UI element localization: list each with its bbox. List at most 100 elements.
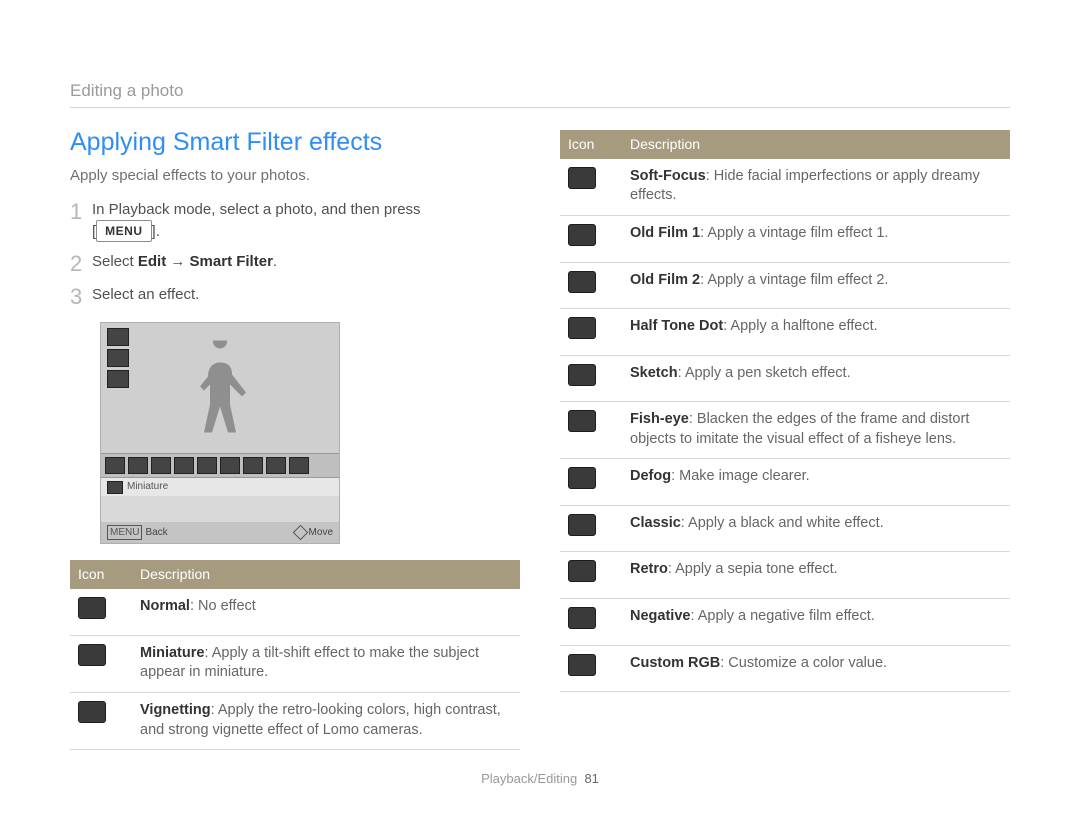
filter-toolbar [101, 453, 339, 478]
step-2-edit: Edit [138, 253, 166, 270]
filter-name: Vignetting [140, 702, 211, 718]
custom-rgb-icon [568, 654, 596, 676]
table-row: Soft-Focus: Hide facial imperfections or… [560, 159, 1010, 216]
filter-desc: : Apply a black and white effect. [681, 515, 884, 531]
step-number: 1 [70, 200, 92, 223]
menu-button-label: MENU [96, 220, 151, 242]
page-footer: Playback/Editing 81 [70, 750, 1010, 788]
table-row: Normal: No effect [70, 589, 520, 635]
fisheye-icon [568, 410, 596, 432]
step-3: 3 Select an effect. [70, 285, 520, 308]
step-2-smart-filter: Smart Filter [190, 253, 273, 270]
filter-icon [289, 457, 309, 474]
step-number: 3 [70, 285, 92, 308]
table-row: Custom RGB: Customize a color value. [560, 645, 1010, 692]
miniature-icon [78, 644, 106, 666]
page-number: 81 [584, 771, 598, 786]
table-row: Miniature: Apply a tilt-shift effect to … [70, 635, 520, 692]
footer-section: Playback/Editing [481, 771, 577, 786]
filter-icon [220, 457, 240, 474]
divider [70, 107, 1010, 108]
step-1-text-a: In Playback mode, select a photo, and th… [92, 201, 421, 218]
camera-screenshot: Miniature MENU Back Move [100, 322, 340, 544]
filter-icon [197, 457, 217, 474]
lcd-icon [107, 349, 129, 367]
section-header: Editing a photo [70, 80, 1010, 103]
filter-name: Miniature [140, 645, 204, 661]
classic-icon [568, 514, 596, 536]
filter-name: Normal [140, 598, 190, 614]
filter-name: Sketch [630, 365, 678, 381]
filter-table-left: Icon Description Normal: No effect Minia… [70, 560, 520, 750]
table-row: Old Film 2: Apply a vintage film effect … [560, 262, 1010, 309]
step-3-text: Select an effect. [92, 285, 199, 305]
negative-icon [568, 607, 596, 629]
table-row: Half Tone Dot: Apply a halftone effect. [560, 309, 1010, 356]
filter-name: Old Film 2 [630, 272, 700, 288]
filter-name: Soft-Focus [630, 168, 706, 184]
filter-desc: : Apply a pen sketch effect. [678, 365, 851, 381]
move-icon [292, 525, 308, 541]
intro-text: Apply special effects to your photos. [70, 166, 520, 186]
filter-icon [151, 457, 171, 474]
filter-icon [128, 457, 148, 474]
defog-icon [568, 467, 596, 489]
filter-desc: : Apply a sepia tone effect. [668, 561, 838, 577]
filter-desc: : Apply a halftone effect. [723, 318, 878, 334]
lcd-icon [107, 370, 129, 388]
filter-desc: : Make image clearer. [671, 468, 810, 484]
filter-icon [243, 457, 263, 474]
old-film-1-icon [568, 224, 596, 246]
filter-icon [266, 457, 286, 474]
filter-table-right: Icon Description Soft-Focus: Hide facial… [560, 130, 1010, 692]
table-row: Fish-eye: Blacken the edges of the frame… [560, 402, 1010, 459]
step-1-text-b: . [156, 223, 160, 240]
halftone-icon [568, 317, 596, 339]
old-film-2-icon [568, 271, 596, 293]
step-number: 2 [70, 252, 92, 275]
table-row: Old Film 1: Apply a vintage film effect … [560, 215, 1010, 262]
table-row: Defog: Make image clearer. [560, 459, 1010, 506]
filter-name: Half Tone Dot [630, 318, 723, 334]
page-title: Applying Smart Filter effects [70, 126, 520, 160]
step-2-text-c: . [273, 253, 277, 270]
soft-focus-icon [568, 167, 596, 189]
table-row: Negative: Apply a negative film effect. [560, 599, 1010, 646]
step-2-text-a: Select [92, 253, 138, 270]
filter-desc: : Apply a vintage film effect 2. [700, 272, 888, 288]
filter-name: Custom RGB [630, 655, 720, 671]
filter-name: Fish-eye [630, 411, 689, 427]
selected-filter-label: Miniature [127, 480, 168, 494]
filter-icon [105, 457, 125, 474]
filter-desc: : Customize a color value. [720, 655, 887, 671]
retro-icon [568, 560, 596, 582]
sketch-icon [568, 364, 596, 386]
filter-desc: : No effect [190, 598, 256, 614]
filter-name: Defog [630, 468, 671, 484]
vignetting-icon [78, 701, 106, 723]
th-icon: Icon [70, 560, 132, 589]
silhouette-figure [190, 341, 250, 436]
filter-name: Retro [630, 561, 668, 577]
table-row: Vignetting: Apply the retro-looking colo… [70, 693, 520, 750]
table-row: Sketch: Apply a pen sketch effect. [560, 355, 1010, 402]
selected-filter-bar: Miniature [101, 478, 339, 496]
lcd-icon [107, 328, 129, 346]
table-row: Retro: Apply a sepia tone effect. [560, 552, 1010, 599]
move-label: Move [309, 526, 333, 540]
miniature-icon [107, 481, 123, 494]
back-label: Back [145, 526, 167, 540]
filter-desc: : Apply a negative film effect. [690, 608, 874, 624]
th-desc: Description [132, 560, 520, 589]
step-2: 2 Select Edit → Smart Filter. [70, 252, 520, 275]
bottom-bar: MENU Back Move [101, 522, 339, 544]
filter-name: Old Film 1 [630, 225, 700, 241]
th-icon: Icon [560, 130, 622, 159]
filter-name: Classic [630, 515, 681, 531]
th-desc: Description [622, 130, 1010, 159]
step-1: 1 In Playback mode, select a photo, and … [70, 200, 520, 243]
table-row: Classic: Apply a black and white effect. [560, 505, 1010, 552]
menu-icon: MENU [107, 525, 142, 541]
filter-name: Negative [630, 608, 690, 624]
filter-icon [174, 457, 194, 474]
